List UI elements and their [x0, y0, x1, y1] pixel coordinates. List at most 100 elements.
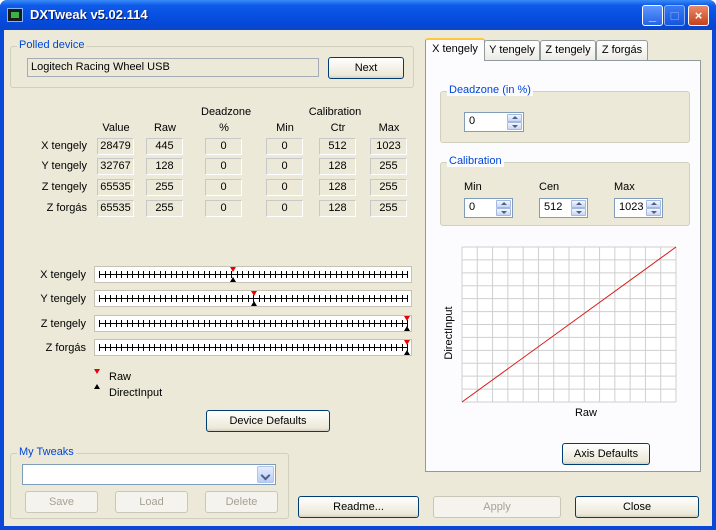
tick-mark: [182, 295, 183, 302]
deadzone-label: Deadzone (in %): [447, 84, 533, 96]
row-label: Z forgás: [46, 202, 87, 214]
tick-mark: [226, 271, 227, 278]
tick-mark: [171, 320, 172, 327]
tick-mark: [402, 320, 403, 327]
tab-x-tengely[interactable]: X tengely: [425, 38, 485, 61]
tick-mark: [127, 320, 128, 327]
tick-mark: [336, 295, 337, 302]
tick-mark: [127, 295, 128, 302]
apply-button[interactable]: Apply: [433, 496, 561, 518]
tick-mark: [341, 271, 342, 278]
cen-spinner[interactable]: 512: [539, 198, 588, 218]
tick-mark: [402, 295, 403, 302]
tick-mark: [292, 295, 293, 302]
raw-legend-label: Raw: [109, 371, 132, 383]
tick-mark: [330, 295, 331, 302]
load-button[interactable]: Load: [115, 491, 188, 513]
axis-position-slider: [94, 339, 412, 356]
spin-up-icon[interactable]: [571, 200, 586, 208]
tick-mark: [105, 295, 106, 302]
tab-z-tengely[interactable]: Z tengely: [540, 40, 596, 60]
spin-up-icon[interactable]: [507, 114, 522, 122]
tick-mark: [143, 295, 144, 302]
tab-z-forgas[interactable]: Z forgás: [596, 40, 648, 60]
tick-mark: [385, 271, 386, 278]
readme-button[interactable]: Readme...: [298, 496, 419, 518]
tick-mark: [396, 320, 397, 327]
spin-up-icon[interactable]: [496, 200, 511, 208]
tick-mark: [132, 320, 133, 327]
max-spinner[interactable]: 1023: [614, 198, 663, 218]
tick-mark: [380, 271, 381, 278]
tick-mark: [209, 344, 210, 351]
tick-mark: [297, 320, 298, 327]
chevron-down-icon[interactable]: [257, 466, 274, 483]
tick-mark: [286, 344, 287, 351]
tick-mark: [391, 271, 392, 278]
delete-button[interactable]: Delete: [205, 491, 278, 513]
deadzone-value: 0: [469, 115, 476, 127]
tick-mark: [341, 295, 342, 302]
spin-up-icon[interactable]: [646, 200, 661, 208]
tick-mark: [396, 295, 397, 302]
table-cell: 0: [266, 158, 303, 175]
tick-mark: [110, 320, 111, 327]
tick-mark: [231, 320, 232, 327]
tweaks-select[interactable]: [22, 464, 276, 485]
spin-down-icon[interactable]: [496, 208, 511, 216]
minimize-icon[interactable]: _: [642, 5, 663, 26]
response-chart-svg: Raw DirectInput: [443, 246, 677, 419]
tick-mark: [308, 271, 309, 278]
tick-mark: [226, 344, 227, 351]
tick-mark: [209, 295, 210, 302]
row-label: X tengely: [41, 140, 87, 152]
min-spinner[interactable]: 0: [464, 198, 513, 218]
device-defaults-button[interactable]: Device Defaults: [206, 410, 330, 432]
directinput-legend-icon: [94, 384, 100, 389]
close-button[interactable]: Close: [575, 496, 699, 518]
tick-mark: [116, 295, 117, 302]
tick-mark: [105, 320, 106, 327]
tick-mark: [281, 344, 282, 351]
tick-mark: [402, 344, 403, 351]
tick-mark: [132, 295, 133, 302]
tick-mark: [127, 271, 128, 278]
title-bar[interactable]: DXTweak v5.02.114 _ □ ×: [0, 0, 716, 30]
tick-mark: [385, 344, 386, 351]
tick-mark: [209, 320, 210, 327]
table-cell: 128: [319, 200, 356, 217]
table-cell: 128: [319, 158, 356, 175]
tick-mark: [160, 344, 161, 351]
tick-mark: [396, 344, 397, 351]
tick-mark: [220, 295, 221, 302]
close-icon[interactable]: ×: [688, 5, 709, 26]
tick-mark: [105, 271, 106, 278]
my-tweaks-group: My Tweaks Save Load Delete: [10, 446, 289, 519]
tick-mark: [237, 320, 238, 327]
tick-mark: [176, 320, 177, 327]
app-icon[interactable]: [7, 8, 23, 22]
tick-mark: [242, 344, 243, 351]
column-header: %: [219, 122, 229, 134]
tick-mark: [121, 295, 122, 302]
raw-marker-icon: [230, 267, 236, 272]
spin-down-icon[interactable]: [646, 208, 661, 216]
tick-mark: [149, 320, 150, 327]
tick-mark: [248, 295, 249, 302]
spin-down-icon[interactable]: [571, 208, 586, 216]
tick-mark: [215, 295, 216, 302]
tick-mark: [176, 295, 177, 302]
tick-mark: [308, 295, 309, 302]
table-cell: 128: [319, 179, 356, 196]
slider-label: Y tengely: [40, 293, 86, 305]
tab-y-tengely[interactable]: Y tengely: [484, 40, 540, 60]
axis-tabs: X tengely Y tengely Z tengely Z forgás: [425, 38, 701, 61]
tick-mark: [330, 344, 331, 351]
axis-defaults-button[interactable]: Axis Defaults: [562, 443, 650, 465]
tick-mark: [237, 344, 238, 351]
deadzone-spinner[interactable]: 0: [464, 112, 524, 132]
spin-down-icon[interactable]: [507, 122, 522, 130]
save-button[interactable]: Save: [25, 491, 98, 513]
tick-mark: [363, 344, 364, 351]
tick-mark: [314, 320, 315, 327]
